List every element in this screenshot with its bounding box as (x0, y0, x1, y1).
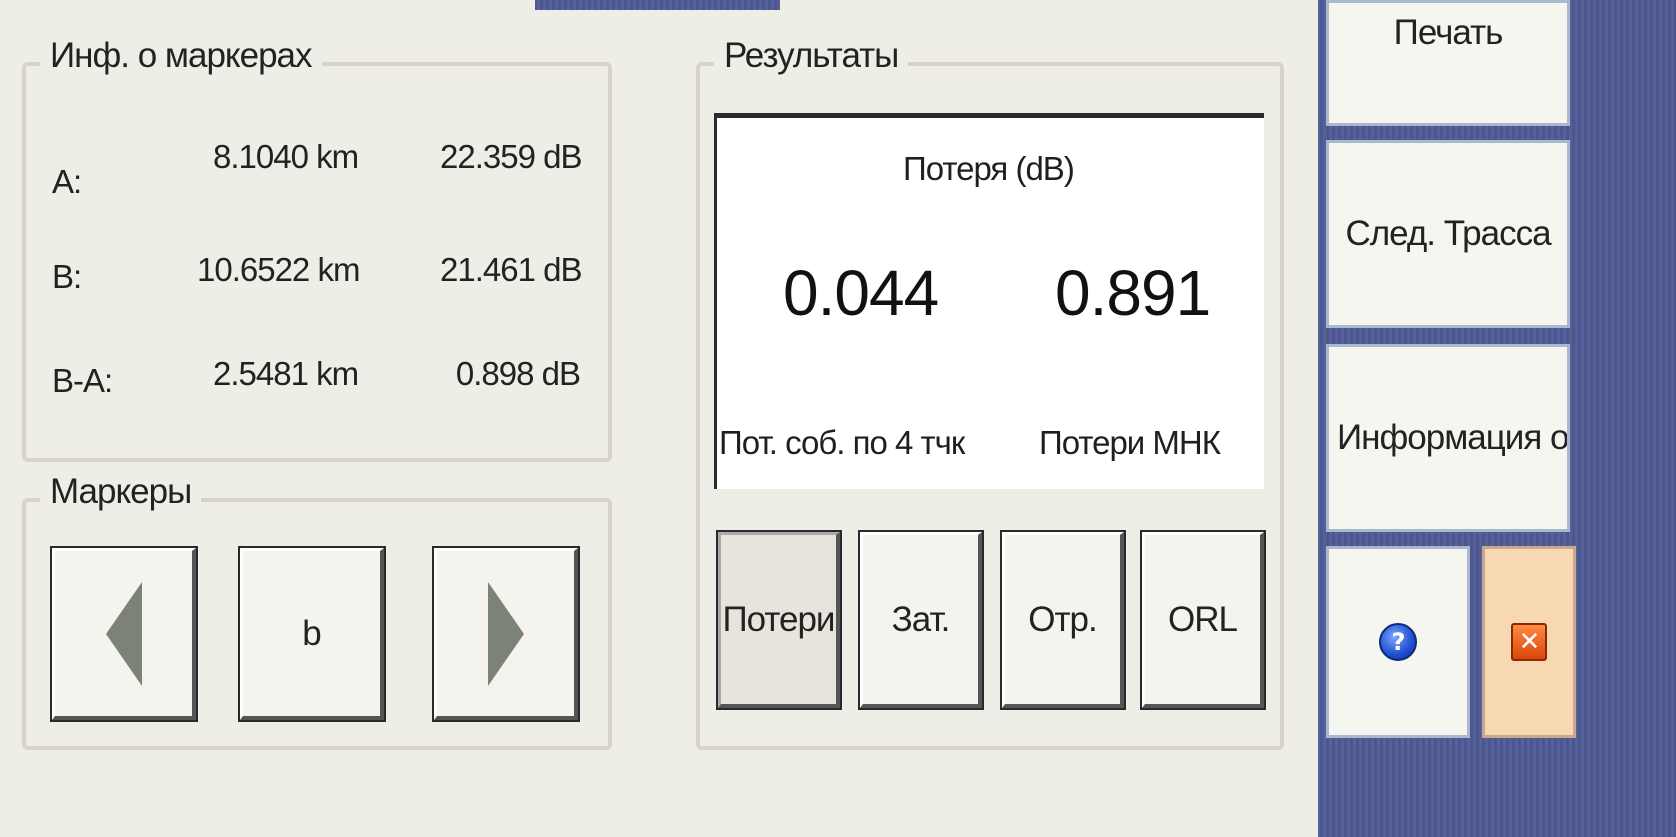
marker-select-label: b (302, 613, 321, 653)
close-button[interactable]: ✕ (1482, 546, 1576, 738)
top-tab-left (0, 0, 535, 18)
marker-b-label: B: (52, 258, 82, 295)
marker-b-level: 21.461 dB (440, 251, 582, 288)
tab-losses[interactable]: Потери (716, 530, 842, 710)
tab-attenuation-label: Зат. (891, 599, 951, 639)
marker-ba-level: 0.898 dB (455, 355, 581, 392)
marker-ba-label: B-A: (52, 362, 113, 399)
marker-prev-button[interactable] (50, 546, 198, 722)
print-button[interactable]: Печать (1326, 0, 1570, 126)
tab-reflectance[interactable]: Отр. (1000, 530, 1126, 710)
arrow-left-icon (105, 581, 142, 686)
tab-losses-label: Потери (722, 599, 836, 639)
next-trace-button[interactable]: След. Трасса (1326, 140, 1570, 328)
tab-attenuation[interactable]: Зат. (858, 530, 984, 710)
next-trace-label: След. Трасса (1345, 214, 1551, 253)
tab-orl[interactable]: ORL (1140, 530, 1266, 710)
results-header: Потеря (dB) (903, 150, 1075, 187)
help-button[interactable]: ? (1326, 546, 1470, 738)
results-title: Результаты (714, 36, 909, 76)
info-label: Информация о (1337, 418, 1569, 457)
info-button[interactable]: Информация о (1326, 344, 1570, 532)
marker-b-distance: 10.6522 km (197, 251, 360, 288)
marker-info-title: Инф. о маркерах (40, 36, 322, 76)
arrow-right-icon (487, 581, 524, 686)
marker-next-button[interactable] (432, 546, 580, 722)
tab-orl-label: ORL (1168, 599, 1238, 639)
marker-a-label: A: (52, 163, 82, 200)
marker-select-button[interactable]: b (238, 546, 386, 722)
result-value-left: 0.044 (783, 257, 939, 329)
marker-a-level: 22.359 dB (440, 138, 582, 175)
tab-reflectance-label: Отр. (1028, 599, 1097, 639)
results-display: Потеря (dB) 0.044 0.891 Пот. соб. по 4 т… (714, 113, 1264, 489)
marker-a-distance: 8.1040 km (213, 138, 359, 175)
close-icon: ✕ (1511, 623, 1547, 661)
markers-title: Маркеры (40, 472, 202, 512)
result-label-left: Пот. соб. по 4 тчк (719, 424, 965, 461)
top-tab-right (780, 0, 1318, 18)
help-icon: ? (1379, 623, 1417, 661)
result-label-right: Потери МНК (1039, 424, 1221, 461)
result-value-right: 0.891 (1055, 257, 1211, 329)
marker-ba-distance: 2.5481 km (213, 355, 359, 392)
print-label: Печать (1393, 13, 1504, 52)
